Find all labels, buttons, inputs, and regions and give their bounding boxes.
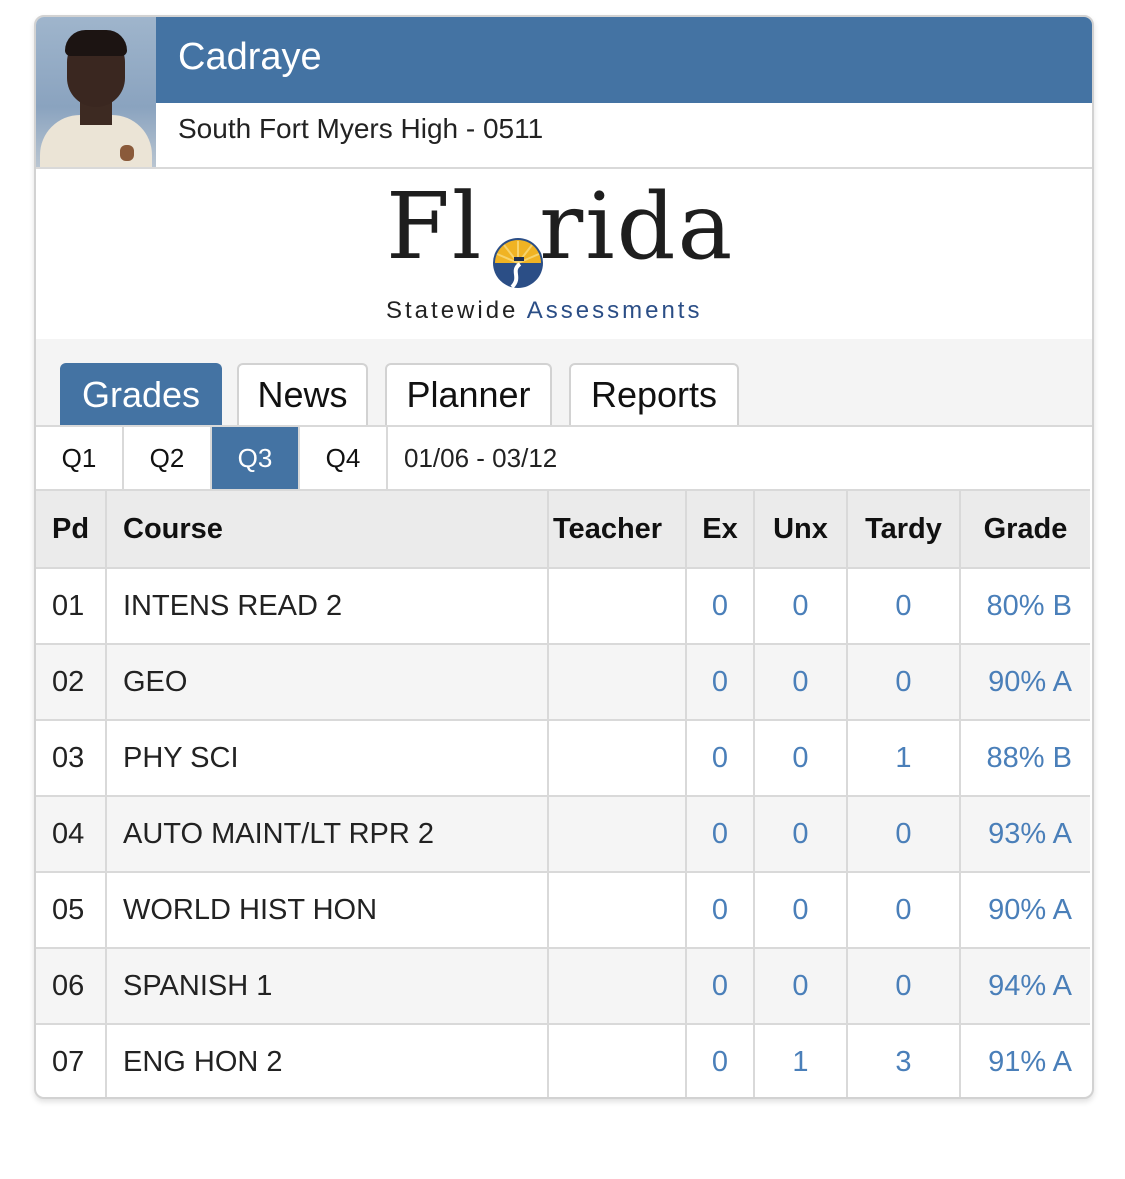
- header-course[interactable]: Course: [106, 489, 549, 568]
- sun-emblem-icon: [493, 238, 543, 289]
- header-ex[interactable]: Ex: [686, 489, 755, 568]
- excused-cell[interactable]: 0: [686, 871, 755, 948]
- florida-logo: Fl rida Statewide Assessments: [36, 169, 1092, 339]
- period-cell: 04: [36, 795, 107, 872]
- tab-reports[interactable]: Reports: [569, 363, 739, 425]
- table-row: 04 AUTO MAINT/LT RPR 2 0 0 0 93% A: [36, 795, 1090, 872]
- tab-bar: Grades News Planner Reports: [36, 339, 1092, 425]
- course-cell[interactable]: WORLD HIST HON: [106, 871, 549, 948]
- course-cell[interactable]: AUTO MAINT/LT RPR 2: [106, 795, 549, 872]
- tardy-cell[interactable]: 0: [847, 567, 961, 644]
- excused-cell[interactable]: 0: [686, 719, 755, 796]
- teacher-cell: [548, 947, 687, 1024]
- quarter-q2[interactable]: Q2: [124, 427, 212, 489]
- unexcused-cell[interactable]: 0: [754, 567, 848, 644]
- course-cell[interactable]: SPANISH 1: [106, 947, 549, 1024]
- grade-cell[interactable]: 91% A: [960, 1023, 1090, 1097]
- period-cell: 05: [36, 871, 107, 948]
- unexcused-cell[interactable]: 0: [754, 795, 848, 872]
- tardy-cell[interactable]: 3: [847, 1023, 961, 1097]
- header-unx[interactable]: Unx: [754, 489, 848, 568]
- unexcused-cell[interactable]: 0: [754, 871, 848, 948]
- teacher-cell: [548, 871, 687, 948]
- quarter-date-range: 01/06 - 03/12: [404, 442, 558, 473]
- student-name: Cadraye: [178, 36, 322, 78]
- tardy-cell[interactable]: 0: [847, 795, 961, 872]
- unexcused-cell[interactable]: 0: [754, 719, 848, 796]
- course-cell[interactable]: GEO: [106, 643, 549, 720]
- tardy-cell[interactable]: 0: [847, 643, 961, 720]
- header-pd[interactable]: Pd: [36, 489, 107, 568]
- header-grade[interactable]: Grade: [960, 489, 1090, 568]
- teacher-cell: [548, 643, 687, 720]
- excused-cell[interactable]: 0: [686, 643, 755, 720]
- name-bar: Cadraye: [156, 17, 1092, 103]
- student-photo: [36, 17, 156, 167]
- excused-cell[interactable]: 0: [686, 795, 755, 872]
- quarter-selector: Q1 Q2 Q3 Q4 01/06 - 03/12: [36, 425, 1092, 489]
- teacher-cell: [548, 719, 687, 796]
- logo-subtitle: Statewide Assessments: [386, 297, 703, 324]
- tardy-cell[interactable]: 0: [847, 871, 961, 948]
- period-cell: 03: [36, 719, 107, 796]
- tab-news[interactable]: News: [237, 363, 368, 425]
- unexcused-cell[interactable]: 1: [754, 1023, 848, 1097]
- teacher-cell: [548, 1023, 687, 1097]
- course-cell[interactable]: ENG HON 2: [106, 1023, 549, 1097]
- period-cell: 06: [36, 947, 107, 1024]
- unexcused-cell[interactable]: 0: [754, 947, 848, 1024]
- quarter-q3[interactable]: Q3: [212, 427, 300, 489]
- period-cell: 07: [36, 1023, 107, 1097]
- tab-grades[interactable]: Grades: [60, 363, 222, 425]
- table-row: 06 SPANISH 1 0 0 0 94% A: [36, 947, 1090, 1024]
- period-cell: 01: [36, 567, 107, 644]
- course-cell[interactable]: INTENS READ 2: [106, 567, 549, 644]
- table-row: 03 PHY SCI 0 0 1 88% B: [36, 719, 1090, 796]
- table-row: 02 GEO 0 0 0 90% A: [36, 643, 1090, 720]
- tardy-cell[interactable]: 1: [847, 719, 961, 796]
- tardy-cell[interactable]: 0: [847, 947, 961, 1024]
- table-row: 07 ENG HON 2 0 1 3 91% A: [36, 1023, 1090, 1097]
- logo-wordmark: Fl rida: [386, 173, 735, 280]
- school-name: South Fort Myers High - 0511: [178, 113, 544, 144]
- grade-cell[interactable]: 88% B: [960, 719, 1090, 796]
- table-row: 01 INTENS READ 2 0 0 0 80% B: [36, 567, 1090, 644]
- student-card: Cadraye South Fort Myers High - 0511 Fl r…: [34, 15, 1094, 1099]
- excused-cell[interactable]: 0: [686, 1023, 755, 1097]
- quarter-q1[interactable]: Q1: [36, 427, 124, 489]
- tab-planner[interactable]: Planner: [385, 363, 552, 425]
- teacher-cell: [548, 567, 687, 644]
- table-header-row: Pd Course Teacher Ex Unx Tardy Grade: [36, 489, 1090, 568]
- grade-cell[interactable]: 94% A: [960, 947, 1090, 1024]
- grade-cell[interactable]: 90% A: [960, 643, 1090, 720]
- course-cell[interactable]: PHY SCI: [106, 719, 549, 796]
- unexcused-cell[interactable]: 0: [754, 643, 848, 720]
- grade-cell[interactable]: 80% B: [960, 567, 1090, 644]
- table-row: 05 WORLD HIST HON 0 0 0 90% A: [36, 871, 1090, 948]
- excused-cell[interactable]: 0: [686, 567, 755, 644]
- teacher-cell: [548, 795, 687, 872]
- grades-table: Pd Course Teacher Ex Unx Tardy Grade 01 …: [36, 489, 1090, 1097]
- header-teacher[interactable]: Teacher: [548, 489, 687, 568]
- period-cell: 02: [36, 643, 107, 720]
- quarter-q4[interactable]: Q4: [300, 427, 388, 489]
- header-tardy[interactable]: Tardy: [847, 489, 961, 568]
- grade-cell[interactable]: 93% A: [960, 795, 1090, 872]
- excused-cell[interactable]: 0: [686, 947, 755, 1024]
- grade-cell[interactable]: 90% A: [960, 871, 1090, 948]
